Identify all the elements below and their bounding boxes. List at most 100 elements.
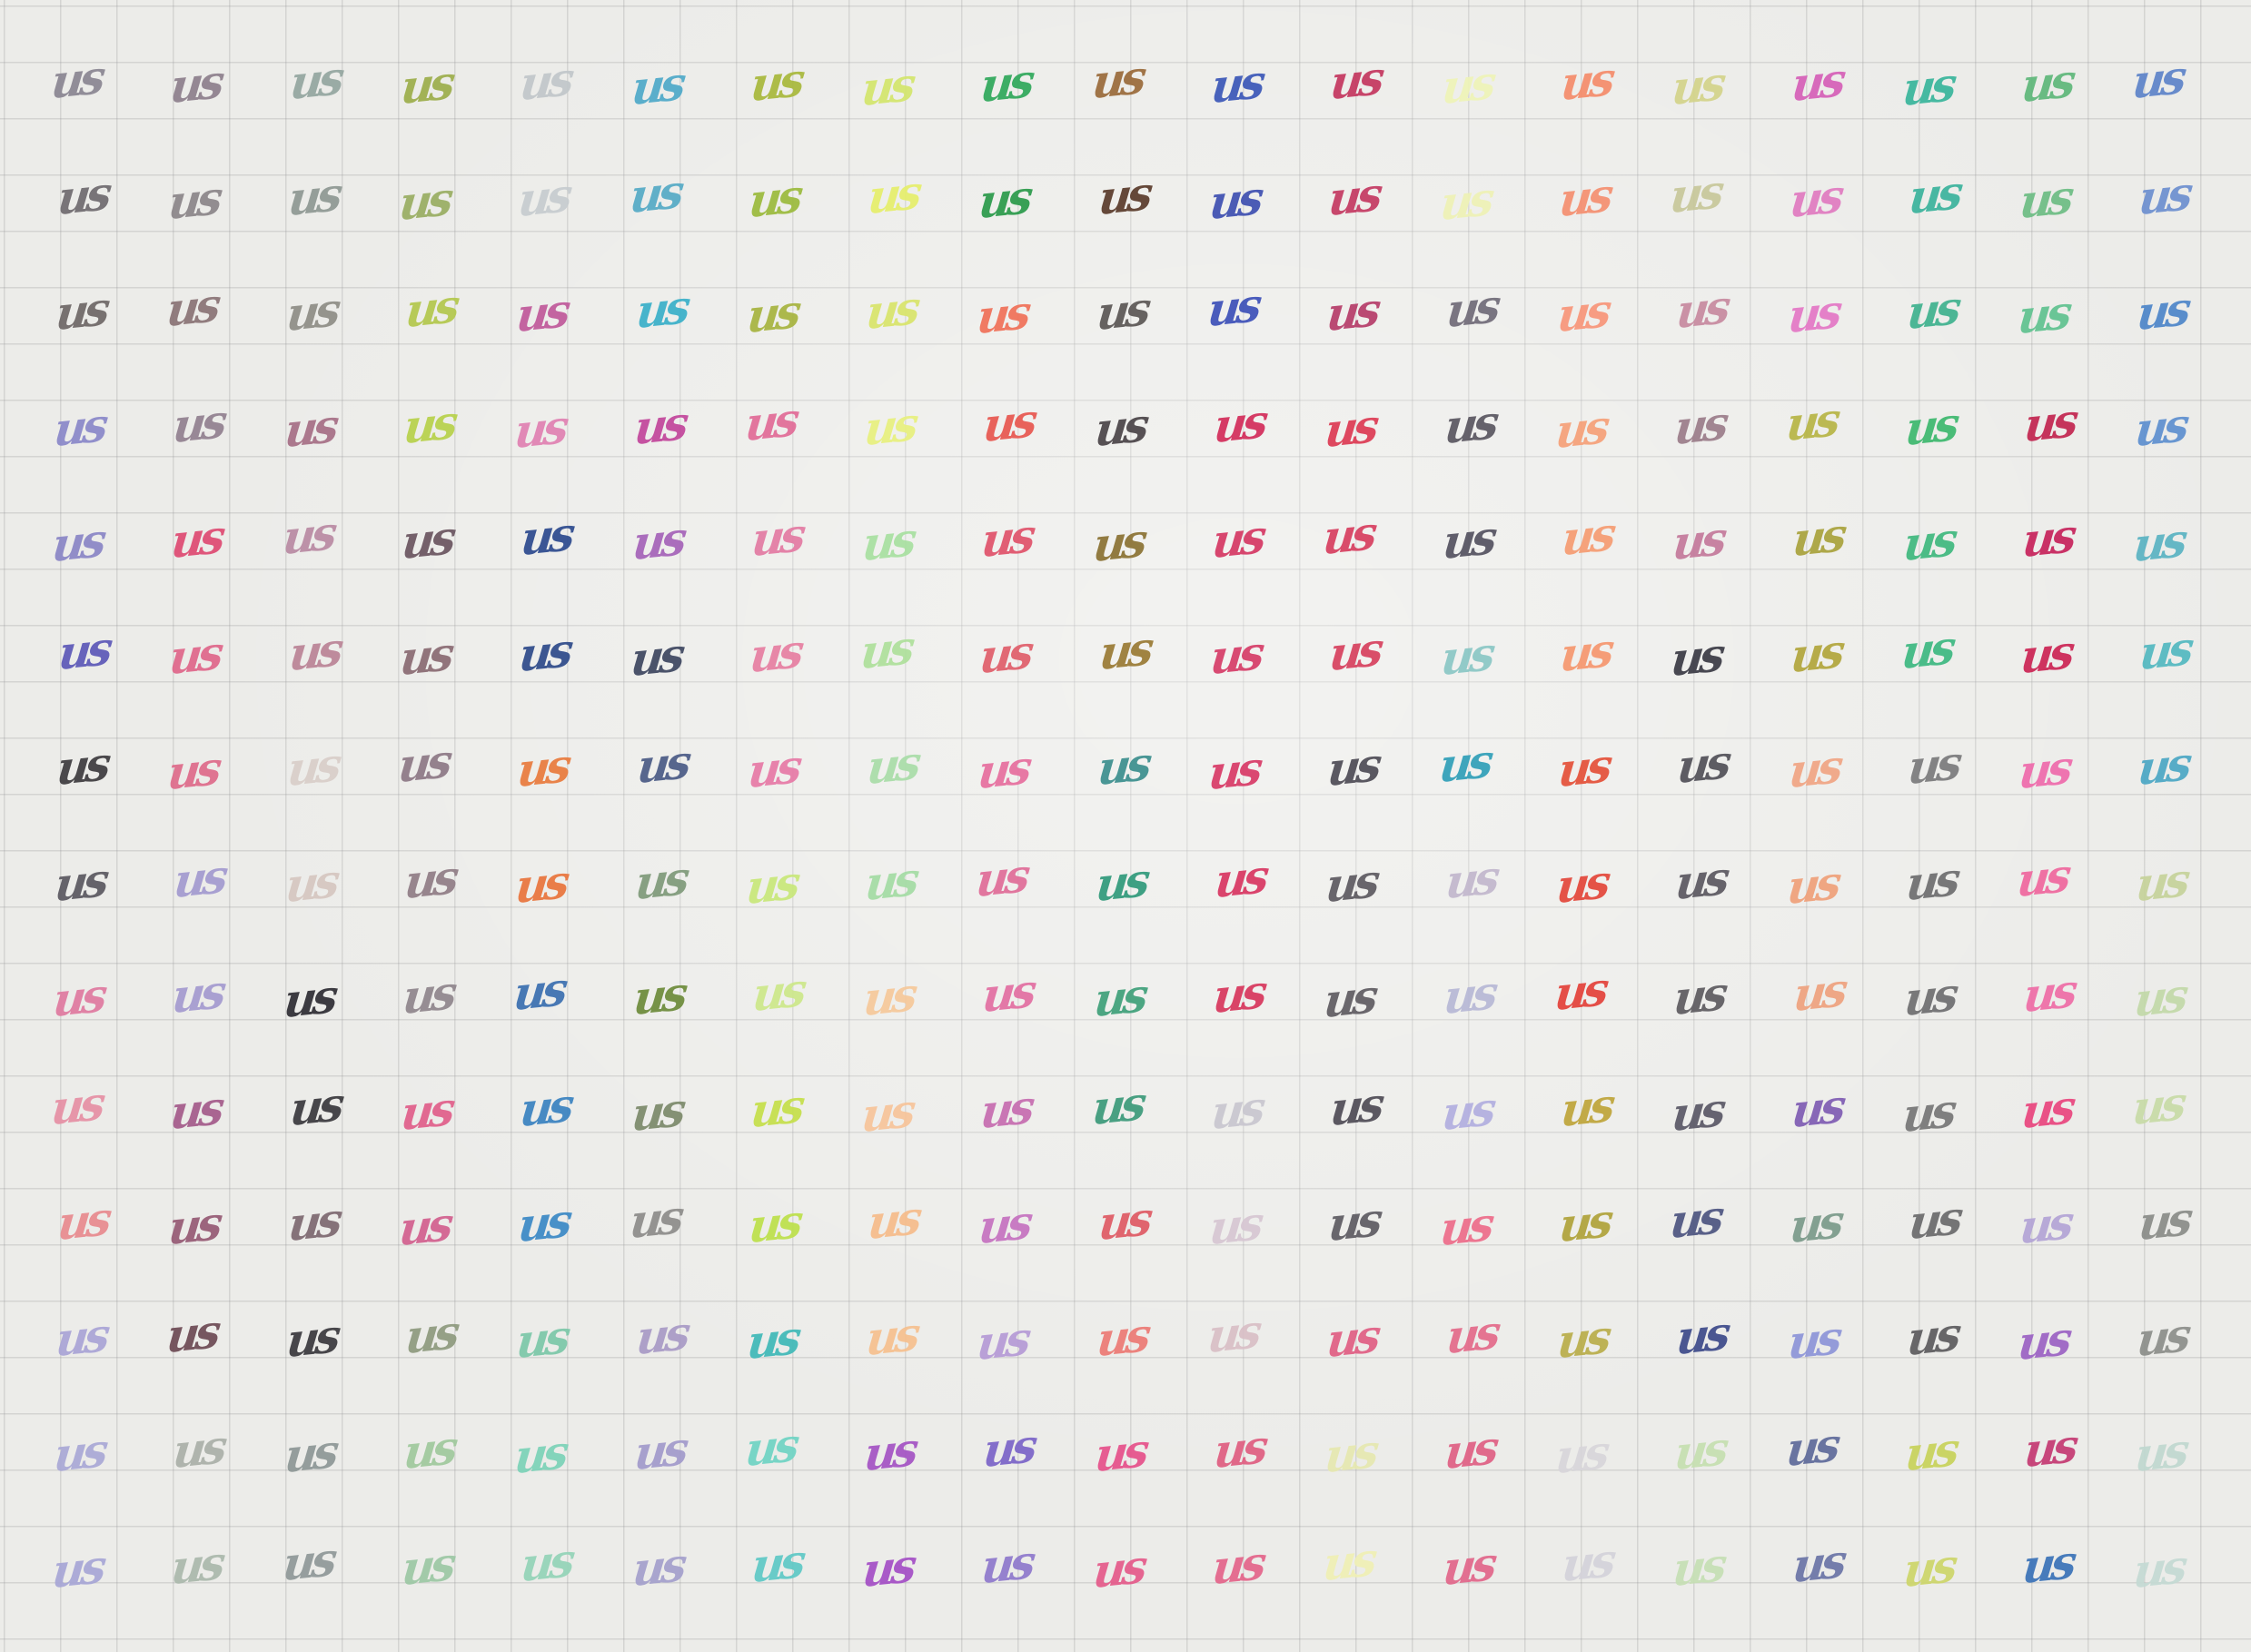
ink-swatch-6-14: us: [1557, 622, 1613, 682]
ink-swatch-8-18: us: [2014, 847, 2070, 907]
ink-swatch-4-10: us: [1092, 397, 1148, 457]
ink-swatch-11-15: us: [1667, 1189, 1723, 1250]
ink-swatch-11-16: us: [1787, 1193, 1842, 1254]
ink-swatch-3-2: us: [164, 277, 220, 338]
ink-swatch-10-13: us: [1439, 1081, 1494, 1141]
ink-swatch-4-15: us: [1671, 395, 1728, 455]
ink-swatch-3-15: us: [1673, 279, 1730, 340]
ink-swatch-12-19: us: [2135, 1307, 2190, 1367]
ink-swatch-12-7: us: [744, 1310, 800, 1370]
ink-swatch-9-6: us: [630, 965, 686, 1026]
ink-swatch-10-3: us: [287, 1076, 342, 1136]
ink-swatch-10-18: us: [2018, 1079, 2075, 1139]
ink-swatch-4-8: us: [861, 396, 917, 456]
ink-swatch-2-13: us: [1437, 171, 1492, 231]
ink-swatch-11-17: us: [1906, 1190, 1962, 1251]
ink-swatch-13-7: us: [742, 1417, 798, 1478]
ink-swatch-2-6: us: [627, 163, 682, 223]
ink-swatch-3-16: us: [1785, 283, 1840, 344]
ink-swatch-10-4: us: [398, 1081, 454, 1141]
ink-swatch-13-8: us: [861, 1421, 917, 1482]
ink-swatch-10-5: us: [517, 1077, 573, 1137]
ink-swatch-8-2: us: [172, 848, 227, 908]
ink-swatch-9-10: us: [1091, 967, 1147, 1028]
ink-swatch-11-2: us: [166, 1195, 222, 1256]
ink-swatch-5-4: us: [399, 509, 455, 570]
ink-swatch-14-11: us: [1209, 1535, 1265, 1595]
ink-swatch-11-10: us: [1096, 1191, 1152, 1251]
ink-swatch-1-19: us: [2130, 49, 2186, 110]
ink-swatch-1-8: us: [858, 56, 915, 117]
ink-swatch-6-17: us: [1899, 619, 1955, 679]
ink-swatch-12-12: us: [1324, 1308, 1380, 1368]
ink-swatch-3-11: us: [1205, 277, 1261, 338]
ink-swatch-4-12: us: [1323, 398, 1378, 458]
ink-swatch-1-12: us: [1328, 50, 1383, 111]
ink-swatch-1-18: us: [2018, 53, 2075, 114]
ink-swatch-10-14: us: [1558, 1077, 1614, 1137]
ink-swatch-2-5: us: [515, 167, 571, 227]
ink-swatch-3-8: us: [863, 280, 919, 341]
ink-swatch-3-10: us: [1094, 281, 1150, 341]
ink-swatch-7-18: us: [2016, 739, 2072, 800]
ink-swatch-7-10: us: [1095, 736, 1151, 796]
ink-swatch-6-8: us: [858, 619, 914, 679]
ink-swatch-6-18: us: [2018, 624, 2074, 684]
ink-swatch-14-12: us: [1321, 1531, 1376, 1591]
ink-swatch-14-2: us: [169, 1535, 224, 1595]
ink-swatch-9-9: us: [980, 963, 1036, 1024]
ink-swatch-8-15: us: [1672, 850, 1729, 910]
ink-swatch-7-4: us: [395, 733, 451, 794]
ink-swatch-14-8: us: [859, 1538, 916, 1598]
ink-swatch-4-19: us: [2133, 397, 2188, 457]
ink-swatch-10-6: us: [629, 1082, 684, 1142]
ink-swatch-13-16: us: [1783, 1417, 1839, 1478]
ink-swatch-11-14: us: [1556, 1192, 1612, 1253]
ink-swatch-1-7: us: [748, 52, 804, 113]
ink-swatch-9-16: us: [1790, 962, 1846, 1023]
ink-swatch-4-9: us: [981, 392, 1036, 452]
ink-swatch-9-3: us: [281, 968, 336, 1029]
ink-swatch-6-13: us: [1438, 626, 1493, 686]
ink-swatch-5-5: us: [518, 506, 574, 567]
ink-swatch-3-3: us: [283, 282, 339, 342]
ink-swatch-12-18: us: [2015, 1311, 2071, 1370]
ink-swatch-3-7: us: [744, 283, 800, 344]
ink-swatch-12-17: us: [1904, 1306, 1960, 1366]
ink-swatch-5-2: us: [169, 509, 224, 569]
ink-swatch-7-17: us: [1905, 735, 1961, 796]
ink-swatch-14-4: us: [399, 1536, 455, 1596]
ink-swatch-8-5: us: [512, 854, 569, 914]
ink-swatch-1-13: us: [1439, 54, 1494, 115]
ink-swatch-4-17: us: [1902, 396, 1958, 456]
ink-swatch-5-3: us: [280, 505, 335, 566]
ink-swatch-1-9: us: [978, 53, 1034, 114]
ink-swatch-1-4: us: [398, 54, 454, 115]
ink-swatch-10-15: us: [1669, 1082, 1725, 1142]
ink-swatch-2-15: us: [1667, 163, 1723, 223]
ink-swatch-9-19: us: [2132, 967, 2187, 1028]
ink-swatch-8-8: us: [862, 851, 918, 911]
ink-swatch-14-6: us: [630, 1537, 685, 1597]
ink-swatch-9-14: us: [1552, 961, 1608, 1022]
ink-swatch-4-13: us: [1442, 394, 1497, 454]
ink-swatch-10-19: us: [2130, 1075, 2186, 1135]
ink-swatch-13-3: us: [282, 1423, 337, 1484]
ink-swatch-1-17: us: [1899, 56, 1956, 117]
ink-swatch-13-6: us: [631, 1420, 687, 1481]
ink-swatch-5-9: us: [979, 508, 1035, 569]
ink-swatch-grid: us us us us us us us us us us us us us us us us us us us us…: [0, 0, 2251, 1652]
ink-swatch-10-7: us: [748, 1078, 804, 1138]
ink-swatch-13-2: us: [171, 1419, 226, 1479]
ink-swatch-13-13: us: [1442, 1420, 1497, 1480]
ink-swatch-7-9: us: [976, 739, 1031, 800]
ink-swatch-2-4: us: [396, 171, 452, 231]
ink-swatch-7-1: us: [54, 736, 110, 796]
ink-swatch-6-15: us: [1668, 627, 1724, 687]
ink-swatch-4-14: us: [1552, 399, 1609, 459]
ink-swatch-7-8: us: [864, 735, 920, 796]
ink-swatch-1-6: us: [629, 55, 684, 116]
ink-swatch-4-18: us: [2021, 392, 2077, 452]
ink-swatch-8-3: us: [283, 853, 338, 913]
ink-swatch-11-12: us: [1326, 1192, 1382, 1252]
